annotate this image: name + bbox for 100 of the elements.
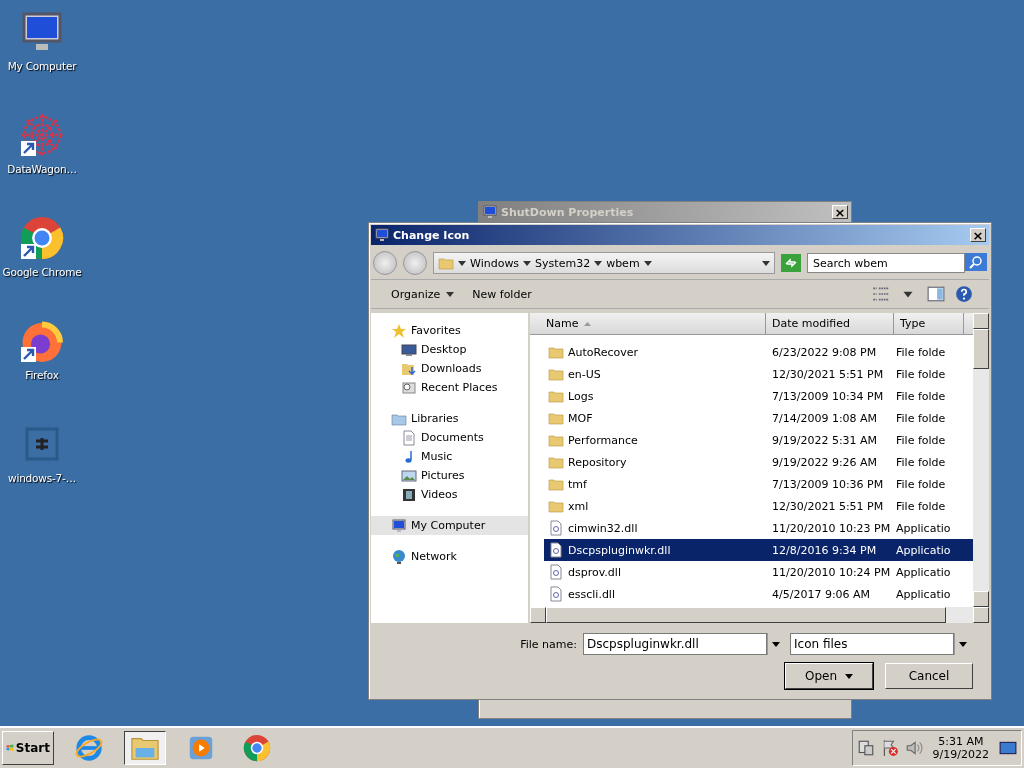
breadcrumb-item[interactable]: System32 bbox=[535, 256, 591, 270]
network-status-icon[interactable] bbox=[856, 739, 875, 757]
date-modified: 9/19/2022 9:26 AM bbox=[771, 455, 879, 469]
file-type: File folde bbox=[895, 477, 947, 491]
open-button[interactable]: Open bbox=[785, 663, 873, 689]
organize-menu[interactable]: Organize bbox=[387, 287, 459, 301]
clock-date[interactable]: 9/19/2022 bbox=[932, 748, 989, 761]
taskbar-app[interactable] bbox=[124, 731, 166, 765]
file-type: Applicatio bbox=[895, 587, 952, 601]
breadcrumb-item[interactable]: Windows bbox=[470, 256, 520, 270]
computer-icon bbox=[374, 227, 390, 243]
preview-pane-icon[interactable] bbox=[927, 285, 945, 303]
navigation-item[interactable]: My Computer bbox=[371, 516, 528, 535]
horizontal-scrollbar[interactable] bbox=[530, 607, 989, 623]
help-icon[interactable] bbox=[955, 285, 973, 303]
date-modified: 12/8/2016 9:34 PM bbox=[771, 543, 878, 557]
caret-icon[interactable] bbox=[523, 260, 532, 266]
toolbar-button[interactable]: New folder bbox=[468, 287, 536, 301]
file-type: Applicatio bbox=[895, 521, 952, 535]
file-type: File folde bbox=[895, 411, 947, 425]
desktop-icon-label[interactable]: Firefox bbox=[25, 369, 59, 381]
address-bar[interactable]: Windows System32 wbem bbox=[433, 252, 775, 274]
close-button[interactable]: × bbox=[970, 228, 986, 242]
file-name: dsprov.dll bbox=[568, 565, 621, 579]
file-name: Repository bbox=[568, 455, 627, 469]
file-row[interactable]: en-US 12/30/2021 5:51 PM File folde bbox=[544, 363, 973, 385]
breadcrumb-item[interactable]: wbem bbox=[606, 256, 640, 270]
file-row[interactable]: Dscpspluginwkr.dll 12/8/2016 9:34 PM Applicatio bbox=[544, 539, 973, 561]
navigation-item[interactable]: Downloads bbox=[371, 359, 528, 378]
file-row[interactable]: tmf 7/13/2009 10:36 PM File folde bbox=[544, 473, 973, 495]
desktop-icon-label[interactable]: windows-7-… bbox=[8, 472, 76, 484]
folder-icon bbox=[548, 410, 564, 426]
clock-time[interactable]: 5:31 AM bbox=[938, 735, 984, 748]
caret-icon bbox=[446, 291, 455, 297]
navigation-item[interactable]: Favorites bbox=[371, 321, 528, 340]
file-row[interactable]: Performance 9/19/2022 5:31 AM File folde bbox=[544, 429, 973, 451]
caret-icon[interactable] bbox=[643, 260, 652, 266]
file-type: Applicatio bbox=[895, 543, 952, 557]
navigation-item[interactable]: Videos bbox=[371, 485, 528, 504]
file-row[interactable]: dsprov.dll 11/20/2010 10:24 PM Applicatio bbox=[544, 561, 973, 583]
caret-icon bbox=[845, 673, 854, 679]
cancel-button[interactable]: Cancel bbox=[885, 663, 973, 689]
file-icon bbox=[548, 564, 564, 580]
file-icon bbox=[548, 542, 564, 558]
navigation-item[interactable]: Network bbox=[371, 547, 528, 566]
caret-icon[interactable] bbox=[458, 260, 466, 266]
date-modified: 11/20/2010 10:24 PM bbox=[771, 565, 892, 579]
navigation-item[interactable]: Documents bbox=[371, 428, 528, 447]
column-header[interactable]: Date modified bbox=[766, 313, 894, 334]
file-name: Performance bbox=[568, 433, 638, 447]
caret-icon[interactable] bbox=[594, 260, 603, 266]
navigation-item[interactable]: Desktop bbox=[371, 340, 528, 359]
file-type: File folde bbox=[895, 433, 947, 447]
file-row[interactable]: Logs 7/13/2009 10:34 PM File folde bbox=[544, 385, 973, 407]
date-modified: 7/13/2009 10:34 PM bbox=[771, 389, 885, 403]
file-name: MOF bbox=[568, 411, 593, 425]
file-row[interactable]: xml 12/30/2021 5:51 PM File folde bbox=[544, 495, 973, 517]
close-button[interactable]: × bbox=[832, 205, 848, 219]
recent-places-icon bbox=[401, 379, 417, 396]
file-row[interactable]: Repository 9/19/2022 9:26 AM File folde bbox=[544, 451, 973, 473]
desktop-icon-label[interactable]: Google Chrome bbox=[2, 266, 82, 278]
file-type: File folde bbox=[895, 455, 947, 469]
navigation-item[interactable]: Recent Places bbox=[371, 378, 528, 397]
vertical-scrollbar[interactable] bbox=[973, 313, 989, 607]
file-icon bbox=[548, 586, 564, 602]
start-button[interactable]: Start bbox=[2, 731, 54, 765]
file-row[interactable]: AutoRecover 6/23/2022 9:08 PM File folde bbox=[544, 341, 973, 363]
navigation-item[interactable]: Music bbox=[371, 447, 528, 466]
file-row[interactable]: esscli.dll 4/5/2017 9:06 AM Applicatio bbox=[544, 583, 973, 605]
file-row[interactable]: MOF 7/14/2009 1:08 AM File folde bbox=[544, 407, 973, 429]
chrome-shortcut-icon[interactable] bbox=[18, 214, 66, 262]
computer-icon bbox=[482, 204, 498, 220]
view-list-icon[interactable] bbox=[871, 285, 889, 303]
file-name-field[interactable]: Dscpspluginwkr.dll bbox=[583, 633, 767, 655]
refresh-icon[interactable] bbox=[781, 254, 801, 272]
column-header[interactable]: Name bbox=[530, 313, 766, 334]
column-header[interactable]: Type bbox=[894, 313, 964, 334]
show-desktop-icon[interactable] bbox=[999, 739, 1017, 757]
file-name: Dscpspluginwkr.dll bbox=[568, 543, 671, 557]
date-modified: 11/20/2010 10:23 PM bbox=[771, 521, 892, 535]
caret-icon bbox=[959, 641, 967, 647]
caret-icon[interactable] bbox=[762, 260, 770, 266]
file-type-dropdown[interactable]: Icon files bbox=[790, 633, 954, 655]
desktop-icon-label[interactable]: My Computer bbox=[7, 60, 77, 72]
field-label: File name: bbox=[520, 637, 577, 651]
date-modified: 12/30/2021 5:51 PM bbox=[771, 499, 885, 513]
date-modified: 12/30/2021 5:51 PM bbox=[771, 367, 885, 381]
navigation-item[interactable]: Libraries bbox=[371, 409, 528, 428]
ie-icon bbox=[74, 733, 104, 763]
file-type: File folde bbox=[895, 367, 947, 381]
search-field[interactable]: Search wbem bbox=[807, 253, 965, 273]
file-row[interactable]: cimwin32.dll 11/20/2010 10:23 PM Applicatio bbox=[544, 517, 973, 539]
folder-icon bbox=[548, 366, 564, 382]
file-name: tmf bbox=[568, 477, 587, 491]
speaker-icon[interactable] bbox=[904, 739, 923, 757]
window-title: Change Icon bbox=[393, 228, 471, 242]
folder-icon bbox=[548, 388, 564, 404]
desktop-icon-label[interactable]: DataWagon… bbox=[7, 163, 77, 175]
navigation-item[interactable]: Pictures bbox=[371, 466, 528, 485]
picture-icon bbox=[401, 467, 417, 484]
